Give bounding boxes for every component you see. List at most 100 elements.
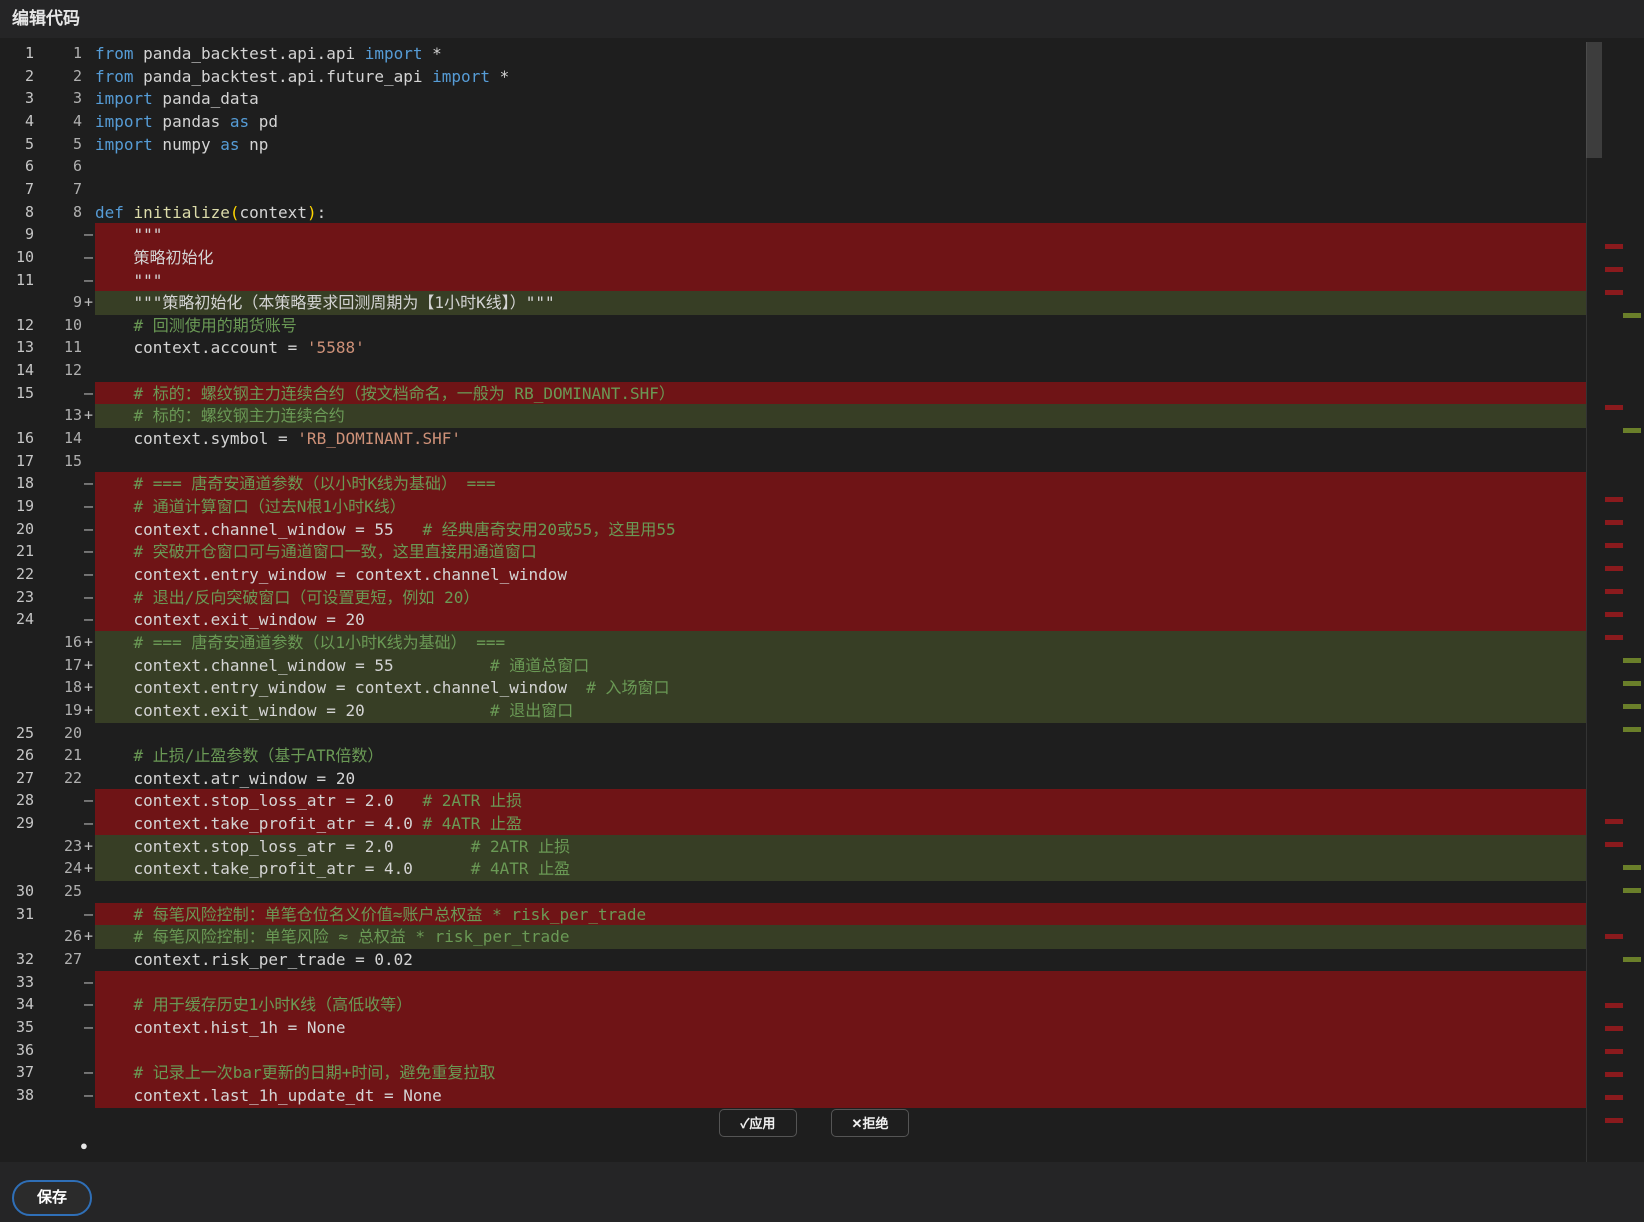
code-line[interactable]: 13 + # 标的：螺纹钢主力连续合约	[0, 404, 1644, 429]
code-text[interactable]: from panda_backtest.api.api import *	[95, 42, 442, 66]
code-line[interactable]: 17 15	[0, 450, 1644, 474]
code-line[interactable]: 26 21 # 止损/止盈参数（基于ATR倍数）	[0, 744, 1644, 768]
code-line[interactable]: 35— context.hist_1h = None	[0, 1015, 1644, 1040]
code-text[interactable]: # 每笔风险控制：单笔风险 ≈ 总权益 * risk_per_trade	[95, 925, 570, 949]
code-text[interactable]: # 标的：螺纹钢主力连续合约（按文档命名，一般为 RB_DOMINANT.SHF…	[95, 382, 675, 406]
code-text[interactable]: # 通道计算窗口（过去N根1小时K线）	[95, 495, 406, 519]
code-line[interactable]: 19— # 通道计算窗口（过去N根1小时K线）	[0, 495, 1644, 519]
minimap[interactable]	[1586, 42, 1644, 1162]
code-line[interactable]: 38— context.last_1h_update_dt = None	[0, 1083, 1644, 1108]
minimap-added-mark	[1623, 865, 1641, 870]
minimap-deleted-mark	[1605, 819, 1623, 824]
code-line[interactable]: 16 + # === 唐奇安通道参数（以1小时K线为基础） ===	[0, 630, 1644, 655]
code-text[interactable]: # 退出/反向突破窗口（可设置更短，例如 20）	[95, 586, 480, 610]
code-text[interactable]: """	[95, 223, 163, 247]
code-line[interactable]: 12 10 # 回测使用的期货账号	[0, 314, 1644, 338]
diff-editor[interactable]: 1 1 from panda_backtest.api.api import * 2 2…	[0, 42, 1644, 1162]
code-text[interactable]: def initialize(context):	[95, 201, 326, 225]
code-text[interactable]: from panda_backtest.api.future_api impor…	[95, 65, 509, 89]
code-line[interactable]: 5 5 import numpy as np	[0, 133, 1644, 157]
code-text[interactable]: context.take_profit_atr = 4.0 # 4ATR 止盈	[95, 857, 571, 881]
code-text[interactable]: 策略初始化	[95, 246, 214, 270]
code-line[interactable]: 10— 策略初始化	[0, 245, 1644, 270]
code-text[interactable]: """策略初始化（本策略要求回测周期为【1小时K线】）"""	[95, 291, 555, 315]
code-text[interactable]: # 回测使用的期货账号	[95, 314, 297, 338]
code-text[interactable]: context.last_1h_update_dt = None	[95, 1084, 442, 1108]
code-line[interactable]: 9 + """策略初始化（本策略要求回测周期为【1小时K线】）"""	[0, 291, 1644, 315]
code-line[interactable]: 66	[0, 155, 1644, 179]
code-line[interactable]: 31— # 每笔风险控制：单笔仓位名义价值≈账户总权益 * risk_per_t…	[0, 902, 1644, 927]
code-line[interactable]: 25 20	[0, 722, 1644, 746]
code-line[interactable]: 22— context.entry_window = context.chann…	[0, 562, 1644, 587]
code-line[interactable]: 29— context.take_profit_atr = 4.0 # 4ATR…	[0, 812, 1644, 836]
minimap-deleted-mark	[1605, 612, 1623, 617]
apply-button[interactable]: ✓应用	[719, 1109, 797, 1137]
code-line[interactable]: 18— # === 唐奇安通道参数（以小时K线为基础） ===	[0, 472, 1644, 497]
code-line[interactable]: 4 4 import pandas as pd	[0, 110, 1644, 134]
code-line[interactable]: 27 22 context.atr_window = 20	[0, 767, 1644, 791]
code-text[interactable]: context.channel_window = 55 # 经典唐奇安用20或5…	[95, 518, 676, 542]
code-text[interactable]: # 每笔风险控制：单笔仓位名义价值≈账户总权益 * risk_per_trade	[95, 903, 647, 927]
original-line-number: 18	[15, 474, 34, 493]
code-line[interactable]: 17 + context.channel_window = 55 # 通道总窗口	[0, 653, 1644, 678]
code-text[interactable]: context.risk_per_trade = 0.02	[95, 948, 413, 972]
code-line[interactable]: 16 14 context.symbol = 'RB_DOMINANT.SHF'	[0, 427, 1644, 451]
code-line[interactable]: 3 3 import panda_data	[0, 87, 1644, 111]
code-line[interactable]: 32 27 context.risk_per_trade = 0.02	[0, 948, 1644, 972]
code-line[interactable]: 21— # 突破开仓窗口可与通道窗口一致，这里直接用通道窗口	[0, 540, 1644, 565]
code-text[interactable]: context.stop_loss_atr = 2.0 # 2ATR 止损	[95, 789, 522, 813]
code-line[interactable]: 23 + context.stop_loss_atr = 2.0 # 2ATR 止…	[0, 834, 1644, 859]
code-text[interactable]: import numpy as np	[95, 133, 268, 157]
code-line[interactable]: 23— # 退出/反向突破窗口（可设置更短，例如 20）	[0, 585, 1644, 610]
reject-button[interactable]: ✕拒绝	[831, 1109, 909, 1137]
code-line[interactable]: 13 11 context.account = '5588'	[0, 336, 1644, 360]
code-text[interactable]: import pandas as pd	[95, 110, 278, 134]
window-title: 编辑代码	[0, 0, 1644, 38]
original-line-number: 21	[15, 542, 34, 561]
code-text[interactable]: # === 唐奇安通道参数（以1小时K线为基础） ===	[95, 631, 506, 655]
code-line[interactable]: 30 25	[0, 880, 1644, 904]
code-line[interactable]: 28— context.stop_loss_atr = 2.0 # 2ATR 止…	[0, 789, 1644, 814]
code-text[interactable]: # === 唐奇安通道参数（以小时K线为基础） ===	[95, 472, 496, 496]
code-line[interactable]: 9— """	[0, 223, 1644, 247]
save-button[interactable]: 保存	[12, 1180, 92, 1216]
code-line[interactable]: 26 + # 每笔风险控制：单笔风险 ≈ 总权益 * risk_per_trade	[0, 925, 1644, 950]
code-text[interactable]: context.channel_window = 55 # 通道总窗口	[95, 654, 590, 678]
code-text[interactable]: import panda_data	[95, 87, 259, 111]
code-text[interactable]: # 突破开仓窗口可与通道窗口一致，这里直接用通道窗口	[95, 540, 537, 564]
code-text[interactable]: context.entry_window = context.channel_w…	[95, 563, 567, 587]
code-line[interactable]: 34— # 用于缓存历史1小时K线（高低收等）	[0, 993, 1644, 1018]
code-line[interactable]: 19 + context.exit_window = 20 # 退出窗口	[0, 698, 1644, 723]
code-line[interactable]: 15— # 标的：螺纹钢主力连续合约（按文档命名，一般为 RB_DOMINANT…	[0, 381, 1644, 406]
code-text[interactable]: context.account = '5588'	[95, 336, 365, 360]
code-line[interactable]: 77	[0, 178, 1644, 202]
code-text[interactable]: context.atr_window = 20	[95, 767, 356, 791]
code-text[interactable]: context.exit_window = 20	[95, 608, 365, 632]
code-text[interactable]: # 记录上一次bar更新的日期+时间，避免重复拉取	[95, 1061, 496, 1085]
code-line[interactable]: 14 12	[0, 359, 1644, 383]
code-text[interactable]: # 用于缓存历史1小时K线（高低收等）	[95, 993, 413, 1017]
code-line[interactable]: 20— context.channel_window = 55 # 经典唐奇安用…	[0, 517, 1644, 542]
code-text[interactable]: context.symbol = 'RB_DOMINANT.SHF'	[95, 427, 462, 451]
code-line[interactable]: 24 + context.take_profit_atr = 4.0 # 4ATR…	[0, 857, 1644, 882]
code-text[interactable]: context.entry_window = context.channel_w…	[95, 676, 670, 700]
code-text[interactable]: # 止损/止盈参数（基于ATR倍数）	[95, 744, 384, 768]
code-line[interactable]: 18 + context.entry_window = context.chann…	[0, 676, 1644, 700]
code-text[interactable]: # 标的：螺纹钢主力连续合约	[95, 404, 345, 428]
code-line[interactable]: 37— # 记录上一次bar更新的日期+时间，避免重复拉取	[0, 1061, 1644, 1086]
code-text[interactable]: context.exit_window = 20 # 退出窗口	[95, 699, 574, 723]
code-line[interactable]: 1 1 from panda_backtest.api.api import *	[0, 42, 1644, 66]
code-line[interactable]: 33 —	[0, 970, 1644, 995]
original-line-number: 13	[15, 338, 34, 357]
code-line[interactable]: 8 8 def initialize(context):	[0, 201, 1644, 225]
code-line[interactable]: 24— context.exit_window = 20	[0, 608, 1644, 633]
code-text[interactable]: context.take_profit_atr = 4.0 # 4ATR 止盈	[95, 812, 522, 836]
code-line[interactable]: 2 2 from panda_backtest.api.future_api imp…	[0, 65, 1644, 89]
scrollbar-thumb[interactable]	[1586, 42, 1602, 158]
lightbulb-icon[interactable]: ●	[80, 1138, 92, 1153]
code-line[interactable]: 11— """	[0, 268, 1644, 293]
code-text[interactable]: """	[95, 269, 163, 293]
code-text[interactable]: context.stop_loss_atr = 2.0 # 2ATR 止损	[95, 835, 571, 859]
code-line[interactable]: 36	[0, 1038, 1644, 1063]
code-text[interactable]: context.hist_1h = None	[95, 1016, 346, 1040]
